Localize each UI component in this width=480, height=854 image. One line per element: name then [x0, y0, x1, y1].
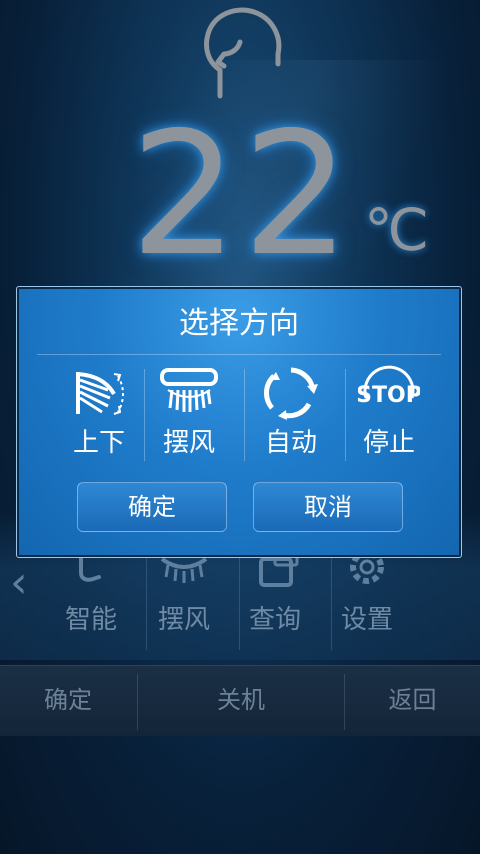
- back-button[interactable]: 返回: [345, 666, 480, 736]
- menu-item-label: 智能: [64, 605, 117, 635]
- dialog-divider: [37, 354, 441, 355]
- option-label: 上下: [72, 428, 125, 458]
- person-head-icon: [204, 7, 282, 99]
- direction-dialog: 选择方向 上下 摆风 自动 STOP 停止 确定 取消: [16, 286, 462, 558]
- stop-icon: STOP: [358, 365, 420, 408]
- menu-item-query[interactable]: 查询: [230, 545, 320, 645]
- temperature-value: 22: [130, 96, 355, 294]
- power-off-button[interactable]: 关机: [138, 666, 344, 736]
- vertical-swing-icon: [76, 372, 124, 415]
- bottom-bar: 确定 关机 返回: [0, 665, 480, 736]
- option-auto[interactable]: 自动: [241, 364, 341, 464]
- temperature-unit: ℃: [364, 196, 430, 264]
- menu-item-settings[interactable]: 设置: [322, 545, 412, 645]
- menu-item-smart[interactable]: 智能: [46, 545, 136, 645]
- horizontal-swing-icon: [160, 368, 218, 412]
- option-label: 停止: [362, 428, 415, 458]
- option-horizontal-swing[interactable]: 摆风: [139, 364, 239, 464]
- option-stop[interactable]: STOP 停止: [339, 364, 439, 464]
- bottom-confirm-button[interactable]: 确定: [0, 666, 136, 736]
- option-vertical-swing[interactable]: 上下: [49, 364, 149, 464]
- menu-item-label: 查询: [248, 605, 301, 635]
- menu-item-label: 设置: [340, 605, 393, 635]
- menu-left-arrow-icon[interactable]: ‹: [10, 558, 38, 608]
- dialog-title: 选择方向: [179, 306, 299, 341]
- dialog-confirm-button[interactable]: 确定: [77, 482, 227, 532]
- option-label: 摆风: [162, 428, 215, 458]
- menu-item-label: 摆风: [157, 605, 210, 635]
- stop-icon-text: STOP: [358, 383, 420, 408]
- dialog-cancel-button[interactable]: 取消: [253, 482, 403, 532]
- option-label: 自动: [264, 428, 317, 458]
- auto-cycle-icon: [263, 367, 318, 420]
- ac-remote-screen: 22 ℃ ‹ 智能 摆风 查询 设置 确定 关机 返回 选择方向 上下 摆风 自…: [0, 0, 480, 854]
- menu-item-swing[interactable]: 摆风: [139, 545, 229, 645]
